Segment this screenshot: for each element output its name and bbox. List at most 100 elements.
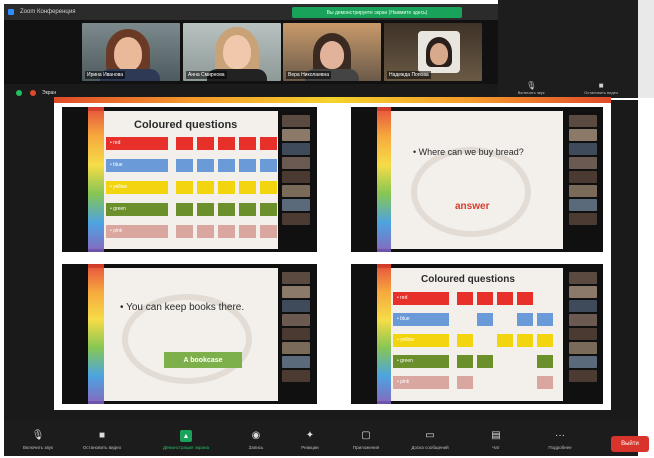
color-row-label: • yellow [106, 181, 168, 194]
color-row-blue: • blue [393, 313, 553, 326]
zoom-app: Zoom Конференция Вы демонстрируете экран… [0, 0, 654, 458]
question-cell[interactable] [260, 159, 277, 172]
color-row-label: • pink [393, 376, 449, 389]
self-mic-control[interactable]: 🎙 Включить звук [518, 81, 545, 96]
share-banner[interactable]: Вы демонстрируете экран (Нажмите здесь) [292, 7, 462, 18]
question-cell[interactable] [537, 313, 553, 326]
question-cell[interactable] [260, 225, 277, 238]
question-cell[interactable] [517, 334, 533, 347]
slide-deck-ribbon [54, 97, 611, 103]
participant-thumbnails [282, 272, 310, 382]
color-row-blue: • blue [106, 159, 277, 172]
participant-name: Надежда Попова [387, 71, 431, 79]
question-cell[interactable] [176, 181, 193, 194]
question-cell[interactable] [457, 355, 473, 368]
question-cell[interactable] [497, 334, 513, 347]
question-cell[interactable] [457, 292, 473, 305]
question-cell[interactable] [457, 334, 473, 347]
participant-thumbnails [569, 272, 597, 382]
question-cell[interactable] [537, 376, 553, 389]
question-cell[interactable] [176, 225, 193, 238]
question-cell[interactable] [457, 376, 473, 389]
status-dot-icon [16, 90, 22, 96]
question-cell[interactable] [537, 334, 553, 347]
self-view-panel: 🎙 Включить звук ■ Остановить видео [498, 0, 654, 100]
question-cell[interactable] [218, 137, 235, 150]
question-cell[interactable] [176, 137, 193, 150]
question-cell[interactable] [537, 355, 553, 368]
question-cell[interactable] [239, 137, 256, 150]
question-cell[interactable] [239, 181, 256, 194]
question-cell[interactable] [477, 355, 493, 368]
video-icon: ■ [98, 430, 106, 441]
participant-tile[interactable]: Вера Николаевна [283, 23, 381, 81]
question-cell[interactable] [239, 203, 256, 216]
self-video-control[interactable]: ■ Остановить видео [584, 81, 618, 96]
record-button[interactable]: ◉ Запись [226, 430, 286, 450]
record-label: Запись [248, 445, 264, 450]
question-cell[interactable] [197, 159, 214, 172]
participant-name: Вера Николаевна [286, 71, 332, 79]
participant-tile[interactable]: Ирина Иванова [82, 23, 180, 81]
question-cell[interactable] [260, 137, 277, 150]
color-row-red: • red [106, 137, 277, 150]
color-row-red: • red [393, 292, 549, 305]
color-row-pink: • pink [393, 376, 553, 389]
question-cell[interactable] [197, 137, 214, 150]
question-cell[interactable] [218, 225, 235, 238]
video-label: Остановить видео [82, 445, 122, 450]
color-row-green: • green [106, 203, 277, 216]
mute-button[interactable]: 🎙 Включить звук [8, 430, 68, 450]
question-cell[interactable] [260, 181, 277, 194]
share-screen-button[interactable]: ▲ Демонстрация экрана [156, 430, 216, 450]
slide-answer: A bookcase [164, 352, 242, 368]
question-cell[interactable] [197, 181, 214, 194]
question-cell[interactable] [239, 225, 256, 238]
question-cell[interactable] [197, 203, 214, 216]
question-cell[interactable] [176, 159, 193, 172]
slide-title: Coloured questions [134, 119, 238, 131]
question-cell[interactable] [497, 292, 513, 305]
share-banner-text: Вы демонстрируете экран (Нажмите здесь) [326, 9, 428, 16]
video-icon: ■ [598, 81, 604, 90]
question-cell[interactable] [260, 203, 277, 216]
question-cell[interactable] [239, 159, 256, 172]
participant-video-strip: Ирина Иванова Анна Смирнова Вера Николае… [4, 20, 498, 84]
chat-button[interactable]: ▤ Чат [466, 430, 526, 450]
question-cell[interactable] [218, 181, 235, 194]
question-cell[interactable] [477, 292, 493, 305]
color-row-pink: • pink [106, 225, 277, 238]
leave-button[interactable]: Выйти [611, 436, 649, 452]
more-button[interactable]: ··· Подробнее [530, 430, 590, 450]
more-icon: ··· [555, 430, 565, 441]
mic-icon: 🎙 [526, 81, 537, 90]
window-title: Zoom Конференция [20, 9, 76, 15]
video-button[interactable]: ■ Остановить видео [72, 430, 132, 450]
question-cell[interactable] [218, 203, 235, 216]
participant-tile[interactable]: Анна Смирнова [183, 23, 281, 81]
apps-label: Приложения [352, 445, 380, 450]
color-row-yellow: • yellow [393, 334, 553, 347]
question-cell[interactable] [197, 225, 214, 238]
apps-button[interactable]: ▢ Приложения [336, 430, 396, 450]
color-row-label: • blue [106, 159, 168, 172]
question-cell[interactable] [477, 313, 493, 326]
question-cell[interactable] [218, 159, 235, 172]
participant-tile[interactable]: Надежда Попова [384, 23, 482, 81]
question-cell[interactable] [176, 203, 193, 216]
share-screen-icon: ▲ [179, 430, 193, 442]
color-row-label: • red [393, 292, 449, 305]
whiteboard-button[interactable]: ▭ Доска сообщений [400, 430, 460, 450]
more-label: Подробнее [548, 445, 572, 450]
color-row-label: • green [393, 355, 449, 368]
question-cell[interactable] [517, 292, 533, 305]
self-view[interactable]: 🎙 Включить звук ■ Остановить видео [498, 0, 654, 98]
question-cell[interactable] [517, 313, 533, 326]
color-row-label: • yellow [393, 334, 449, 347]
share-status-text: Экран [42, 90, 57, 96]
reactions-button[interactable]: ✦ Реакции [280, 430, 340, 450]
slide-title: Coloured questions [421, 274, 515, 285]
chat-icon: ▤ [491, 430, 501, 441]
mic-icon: 🎙 [31, 430, 45, 441]
participant-thumbnails [569, 115, 597, 225]
